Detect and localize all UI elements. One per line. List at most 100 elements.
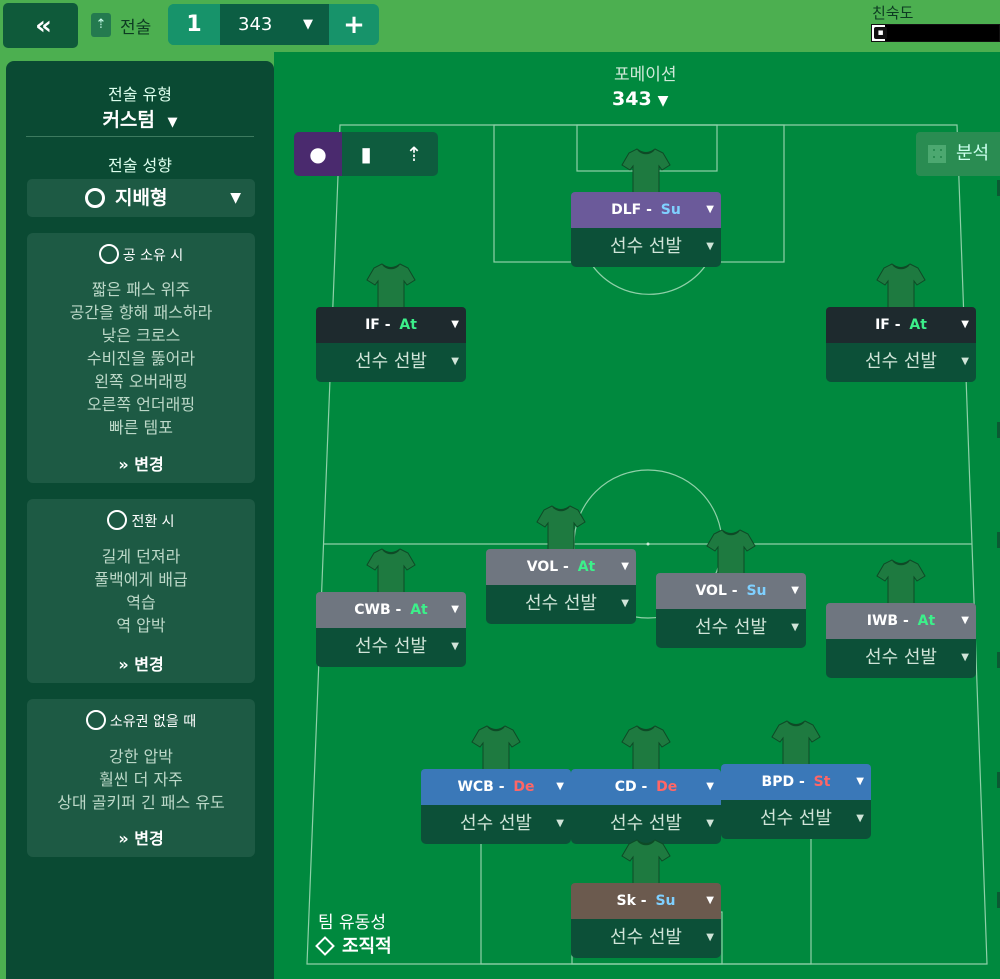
player-slot: Sk - Su ▼ 선수 선발 ▼ (571, 839, 721, 958)
shirt-icon (536, 505, 586, 552)
back-button[interactable]: « (3, 3, 78, 48)
caret-down-icon: ▼ (706, 818, 714, 829)
player-select-label: 선수 선발 (610, 236, 682, 257)
transition-icon (107, 510, 128, 530)
role-name: IF (875, 317, 890, 333)
grid-icon (928, 145, 946, 163)
team-fluidity-label: 팀 유동성 (318, 913, 386, 933)
mentality-heading: 전술 성향 (108, 156, 172, 175)
caret-down-icon: ▼ (856, 776, 864, 787)
role-dropdown[interactable]: DLF - Su ▼ (571, 192, 721, 228)
role-name: VOL (526, 559, 559, 575)
role-dropdown[interactable]: IF - At ▼ (826, 307, 976, 343)
in-transition-card: 전환 시 길게 던져라 풀백에게 배급 역습 역 압박 » 변경 (27, 499, 255, 683)
player-select-dropdown[interactable]: 선수 선발 ▼ (826, 639, 976, 678)
analysis-button[interactable]: 분석 (916, 132, 1000, 176)
in-possession-card: 공 소유 시 짧은 패스 위주 공간을 향해 패스하라 낮은 크로스 수비진을 … (27, 233, 255, 483)
shirt-icon (771, 720, 821, 767)
change-button[interactable]: » 변경 (27, 451, 255, 475)
role-name: BPD (761, 774, 795, 790)
role-duty: At (917, 613, 936, 629)
list-item: 풀백에게 배급 (94, 570, 188, 589)
tactics-label: 전술 (120, 18, 152, 38)
player-select-label: 선수 선발 (355, 636, 427, 657)
familiarity-icon: ▪ (874, 27, 887, 39)
tab-tactics-view[interactable]: ⇡ (390, 132, 438, 176)
tactic-slot-number[interactable]: 1 (168, 4, 220, 45)
double-chevron-left-icon: « (35, 10, 52, 41)
tactic-slot-selector: 1 343 ▼ + (168, 4, 379, 45)
role-dropdown[interactable]: VOL - At ▼ (486, 549, 636, 585)
player-select-dropdown[interactable]: 선수 선발 ▼ (316, 628, 466, 667)
player-slot: VOL - Su ▼ 선수 선발 ▼ (656, 529, 806, 648)
role-dropdown[interactable]: CWB - At ▼ (316, 592, 466, 628)
player-slot: BPD - St ▼ 선수 선발 ▼ (721, 720, 871, 839)
caret-down-icon: ▼ (961, 319, 969, 330)
list-item: 역 압박 (116, 616, 166, 635)
player-select-label: 선수 선발 (610, 927, 682, 948)
role-dropdown[interactable]: IWB - At ▼ (826, 603, 976, 639)
player-select-dropdown[interactable]: 선수 선발 ▼ (571, 228, 721, 267)
tactical-style-dropdown[interactable]: 커스텀 ▼ (6, 105, 274, 132)
role-dropdown[interactable]: CD - De ▼ (571, 769, 721, 805)
tactical-style-heading: 전술 유형 (108, 85, 172, 104)
list-item: 수비진을 뚫어라 (86, 349, 196, 368)
caret-down-icon: ▼ (451, 604, 459, 615)
tactics-icon: ⇡ (91, 13, 111, 37)
familiarity-bar[interactable]: ▪ (871, 24, 1000, 42)
tactic-name-dropdown[interactable]: 343 ▼ (220, 4, 329, 45)
chevron-down-icon: ▼ (230, 190, 241, 206)
player-select-dropdown[interactable]: 선수 선발 ▼ (826, 343, 976, 382)
role-duty: Su (655, 893, 676, 909)
role-name: VOL (695, 583, 727, 599)
list-item: 길게 던져라 (101, 547, 181, 566)
role-duty: St (813, 774, 831, 790)
player-select-dropdown[interactable]: 선수 선발 ▼ (316, 343, 466, 382)
chevron-down-icon: ▼ (167, 115, 178, 130)
role-duty: De (513, 779, 535, 795)
player-select-dropdown[interactable]: 선수 선발 ▼ (656, 609, 806, 648)
player-select-dropdown[interactable]: 선수 선발 ▼ (486, 585, 636, 624)
caret-down-icon: ▼ (556, 818, 564, 829)
caret-down-icon: ▼ (961, 356, 969, 367)
list-item: 짧은 패스 위주 (91, 280, 191, 299)
chevron-down-icon: ▼ (303, 17, 313, 32)
formation-dropdown[interactable]: 343 ▼ (612, 88, 668, 110)
role-dropdown[interactable]: WCB - De ▼ (421, 769, 571, 805)
change-button[interactable]: » 변경 (27, 825, 255, 849)
role-duty: Su (746, 583, 767, 599)
tab-player-view[interactable]: ● (294, 132, 342, 176)
tactic-name: 343 (238, 14, 273, 35)
caret-down-icon: ▼ (791, 622, 799, 633)
role-dropdown[interactable]: BPD - St ▼ (721, 764, 871, 800)
role-dropdown[interactable]: IF - At ▼ (316, 307, 466, 343)
tab-stats-view[interactable]: ▮ (342, 132, 390, 176)
out-of-possession-title: 소유권 없을 때 (27, 710, 255, 732)
shirt-icon (366, 548, 416, 595)
caret-down-icon: ▼ (706, 932, 714, 943)
shirt-icon (621, 839, 671, 886)
player-select-label: 선수 선발 (760, 808, 832, 829)
player-select-label: 선수 선발 (865, 351, 937, 372)
double-chevron-right-icon: » (118, 829, 129, 848)
role-dropdown[interactable]: VOL - Su ▼ (656, 573, 806, 609)
change-button[interactable]: » 변경 (27, 651, 255, 675)
player-select-dropdown[interactable]: 선수 선발 ▼ (571, 919, 721, 958)
player-slot: CD - De ▼ 선수 선발 ▼ (571, 725, 721, 844)
player-select-dropdown[interactable]: 선수 선발 ▼ (721, 800, 871, 839)
shirt-icon (471, 725, 521, 772)
mentality-dropdown[interactable]: 지배형 ▼ (27, 179, 255, 217)
tactics-sidebar: 전술 유형 커스텀 ▼ 전술 성향 지배형 ▼ 공 소유 시 짧은 패스 위주 … (6, 61, 274, 979)
shirt-icon (621, 148, 671, 195)
double-chevron-right-icon: » (118, 455, 129, 474)
add-tactic-button[interactable]: + (329, 4, 379, 45)
role-name: IWB (866, 613, 899, 629)
shirt-icon (876, 559, 926, 606)
player-select-dropdown[interactable]: 선수 선발 ▼ (421, 805, 571, 844)
role-name: IF (365, 317, 380, 333)
role-dropdown[interactable]: Sk - Su ▼ (571, 883, 721, 919)
player-slot: DLF - Su ▼ 선수 선발 ▼ (571, 148, 721, 267)
caret-down-icon: ▼ (961, 652, 969, 663)
player-slot: VOL - At ▼ 선수 선발 ▼ (486, 505, 636, 624)
role-duty: At (577, 559, 596, 575)
